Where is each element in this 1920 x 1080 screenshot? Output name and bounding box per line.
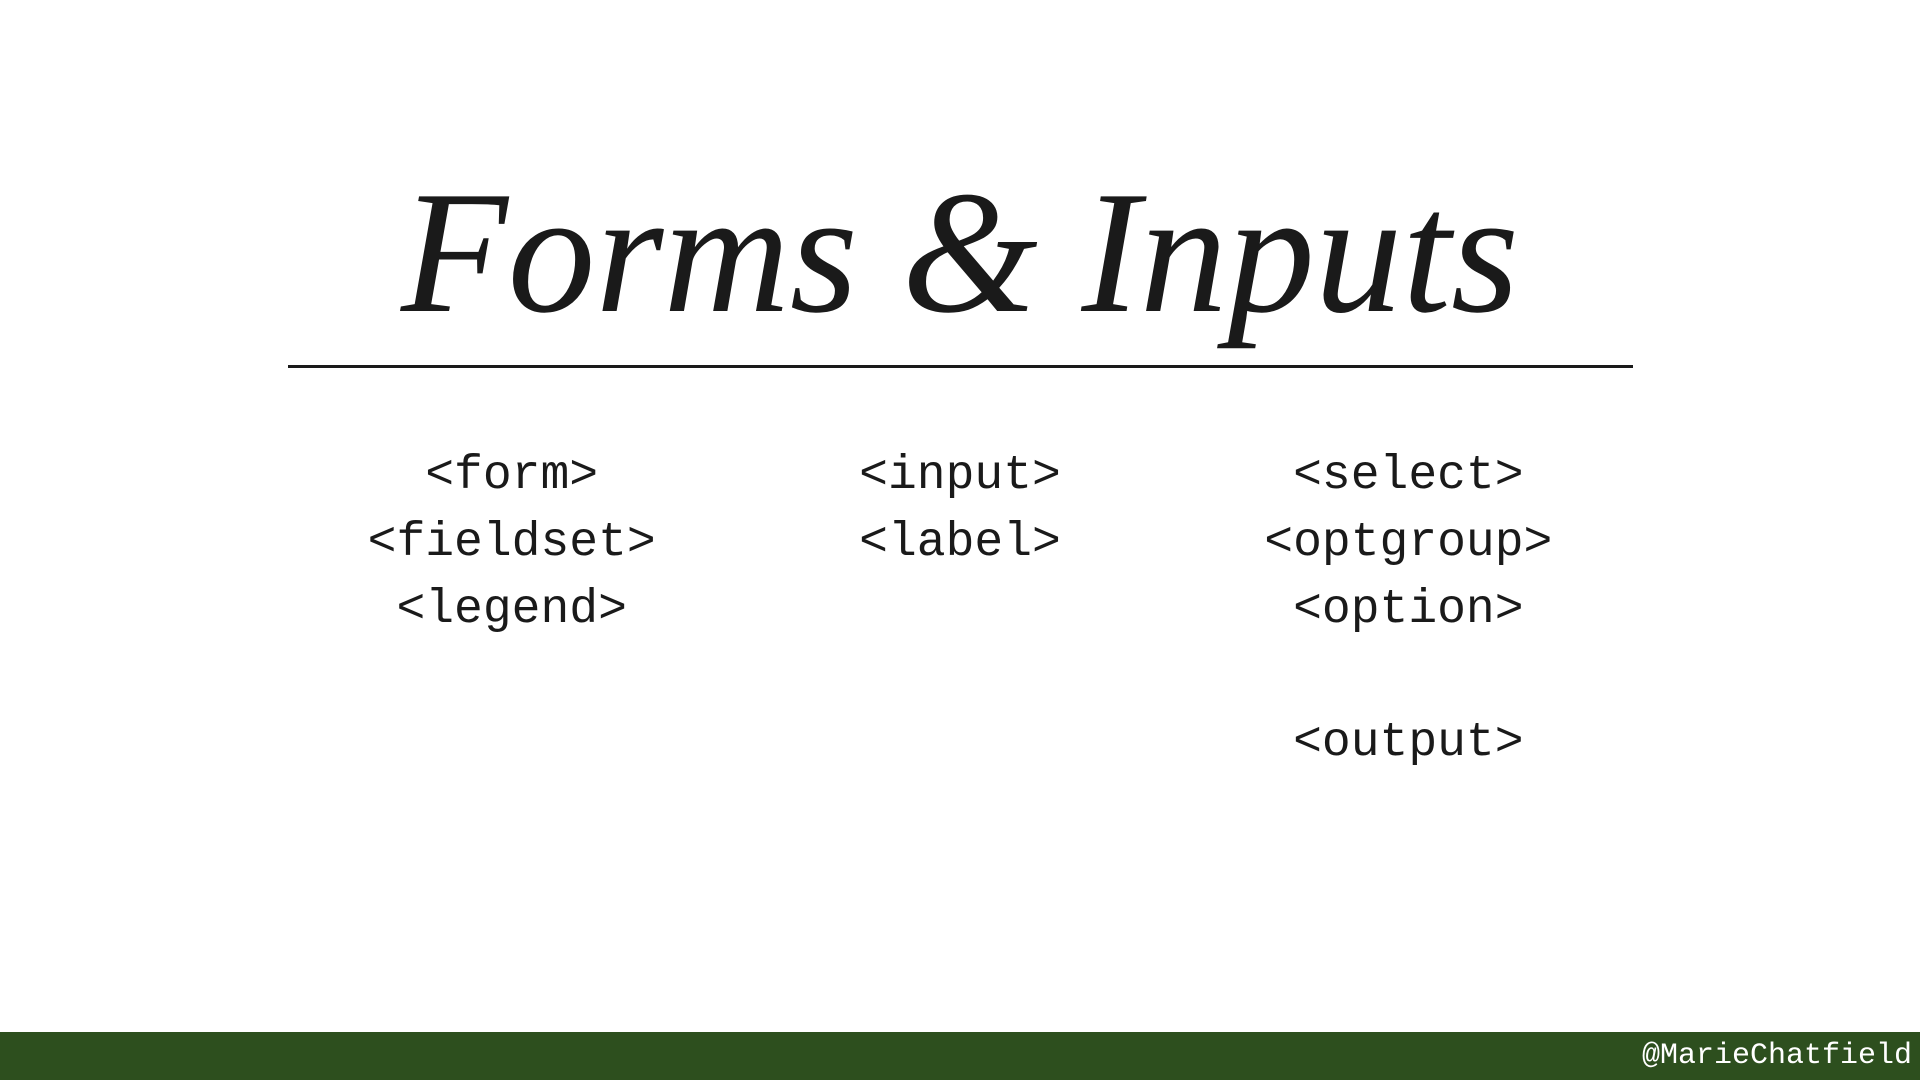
tag-optgroup: <optgroup> <box>1264 510 1552 577</box>
slide-title: Forms & Inputs <box>401 165 1519 340</box>
column-select-output: <select> <optgroup> <option> <output> <box>1184 443 1632 777</box>
tag-output: <output> <box>1293 710 1523 777</box>
tag-option: <option> <box>1293 577 1523 644</box>
tag-columns: <form> <fieldset> <legend> <input> <labe… <box>288 443 1633 777</box>
tag-select: <select> <box>1293 443 1523 510</box>
slide-content: Forms & Inputs <form> <fieldset> <legend… <box>0 0 1920 777</box>
footer-bar: @MarieChatfield <box>0 1032 1920 1080</box>
column-input-label: <input> <label> <box>736 443 1184 777</box>
title-divider <box>288 365 1633 368</box>
tag-legend: <legend> <box>396 577 626 644</box>
tag-input: <input> <box>859 443 1061 510</box>
column-form-structure: <form> <fieldset> <legend> <box>288 443 736 777</box>
tag-form: <form> <box>425 443 598 510</box>
tag-label: <label> <box>859 510 1061 577</box>
author-handle: @MarieChatfield <box>1642 1039 1912 1073</box>
tag-fieldset: <fieldset> <box>368 510 656 577</box>
